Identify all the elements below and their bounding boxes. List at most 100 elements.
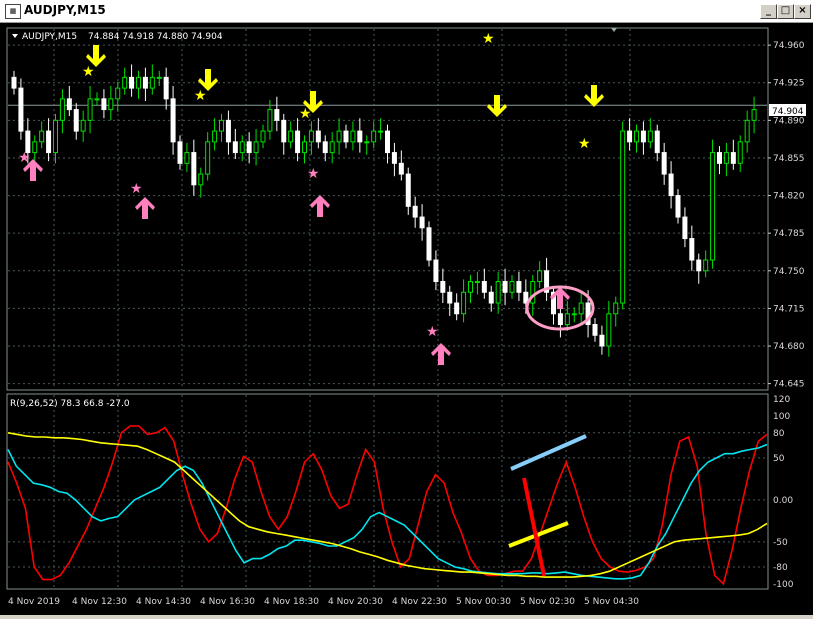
trendline-red — [522, 477, 546, 577]
y-tick-label: 74.820 — [773, 192, 805, 202]
rsi-tick-label: 100 — [773, 412, 790, 422]
candle-body — [274, 109, 280, 121]
candle-body — [433, 259, 439, 283]
candle-body — [295, 130, 301, 154]
rsi-lines — [7, 425, 768, 586]
candle-body — [322, 141, 328, 154]
candle-body — [744, 119, 750, 143]
candle-body — [253, 141, 259, 154]
rsi-tick-label: -50 — [773, 538, 788, 548]
candle-body — [94, 98, 100, 101]
candle-body — [18, 87, 24, 132]
candle-body — [578, 302, 584, 315]
candle-body — [66, 98, 72, 111]
candle-body — [364, 141, 370, 144]
candle-body — [232, 141, 238, 154]
candle-body — [516, 281, 522, 293]
candle-body — [288, 130, 294, 143]
candle-body — [302, 141, 307, 154]
candle-body — [371, 130, 377, 143]
candle-body — [281, 119, 287, 143]
candle-body — [730, 152, 736, 164]
candle-body — [149, 76, 155, 89]
candle-body — [447, 291, 453, 304]
star-icon: ★ — [482, 31, 495, 47]
chart-canvas[interactable]: ★ ★ ★ ★ ★ ★ ★ ★ ★ 74.960 74.925 74.890 74.855 74.820… — [0, 23, 813, 615]
candle-body — [378, 130, 384, 133]
candle-body — [219, 119, 224, 132]
indicator-label: R(9,26,52) 78.3 66.8 -27.0 — [10, 399, 130, 409]
star-icon: ★ — [194, 88, 207, 104]
close-button[interactable]: × — [794, 4, 811, 19]
x-tick-label: 5 Nov 04:30 — [584, 597, 639, 607]
candle-body — [717, 152, 722, 164]
candle-body — [53, 119, 58, 154]
candle-body — [398, 162, 404, 175]
candle-body — [191, 152, 197, 186]
minimize-button[interactable]: _ — [760, 4, 777, 19]
x-tick-label: 5 Nov 00:30 — [456, 597, 511, 607]
candle-body — [564, 313, 570, 326]
candle-body — [647, 130, 653, 143]
candle-body — [73, 109, 79, 132]
y-tick-label: 74.890 — [773, 116, 805, 126]
candle-body — [737, 141, 743, 164]
candle-body — [668, 173, 674, 197]
rsi-tick-label: 80 — [773, 429, 785, 439]
candle-body — [177, 141, 183, 164]
y-tick-label: 74.785 — [773, 229, 805, 239]
candlesticks — [11, 64, 757, 357]
candle-body — [627, 130, 633, 143]
x-tick-label: 4 Nov 12:30 — [72, 597, 127, 607]
candle-body — [405, 173, 411, 207]
candle-body — [225, 119, 231, 143]
chart-area[interactable]: ★ ★ ★ ★ ★ ★ ★ ★ ★ 74.960 74.925 74.890 74.855 74.820… — [0, 23, 813, 615]
candle-body — [468, 281, 473, 293]
y-tick-label: 74.750 — [773, 267, 805, 277]
candle-body — [474, 281, 480, 284]
x-tick-label: 4 Nov 18:30 — [264, 597, 319, 607]
candle-body — [336, 130, 342, 143]
window-title: AUDJPY,M15 — [24, 3, 106, 17]
candle-body — [440, 281, 446, 293]
candle-body — [689, 238, 695, 261]
up-arrow-icon — [310, 195, 330, 217]
y-tick-label: 74.925 — [773, 79, 805, 89]
candle-body — [661, 152, 667, 175]
candle-body — [170, 98, 176, 143]
restore-button[interactable]: □ — [777, 4, 794, 19]
axes: 74.960 74.925 74.890 74.855 74.820 74.785 74.7… — [8, 28, 805, 607]
candle-body — [357, 130, 363, 143]
candle-body — [350, 130, 356, 143]
trendline-blue — [510, 434, 587, 471]
chart-shift-marker-icon — [611, 28, 617, 32]
candle-body — [675, 195, 681, 218]
candle-body — [696, 259, 702, 272]
y-tick-label: 74.680 — [773, 342, 805, 352]
chart-symbol-label: AUDJPY,M15 — [22, 32, 77, 42]
candle-body — [391, 152, 397, 164]
down-arrow-icon — [584, 85, 604, 107]
candle-body — [260, 130, 266, 143]
y-tick-label: 74.645 — [773, 380, 805, 390]
candle-body — [634, 130, 639, 143]
candle-body — [571, 313, 577, 316]
candle-body — [509, 281, 515, 293]
candle-body — [46, 130, 52, 154]
x-tick-label: 4 Nov 22:30 — [392, 597, 447, 607]
star-icon: ★ — [18, 150, 31, 166]
star-icon: ★ — [426, 324, 439, 340]
candle-body — [537, 270, 543, 283]
candle-body — [239, 141, 245, 154]
candle-body — [87, 98, 93, 121]
candle-body — [599, 334, 605, 347]
chart-menu-triangle-icon[interactable] — [12, 34, 18, 38]
candle-body — [682, 216, 688, 240]
candle-body — [315, 130, 321, 143]
y-tick-label: 74.960 — [773, 41, 805, 51]
star-icon: ★ — [578, 136, 591, 152]
candle-body — [308, 130, 314, 143]
candle-body — [454, 302, 460, 315]
candle-body — [343, 130, 349, 143]
candle-body — [419, 216, 425, 229]
